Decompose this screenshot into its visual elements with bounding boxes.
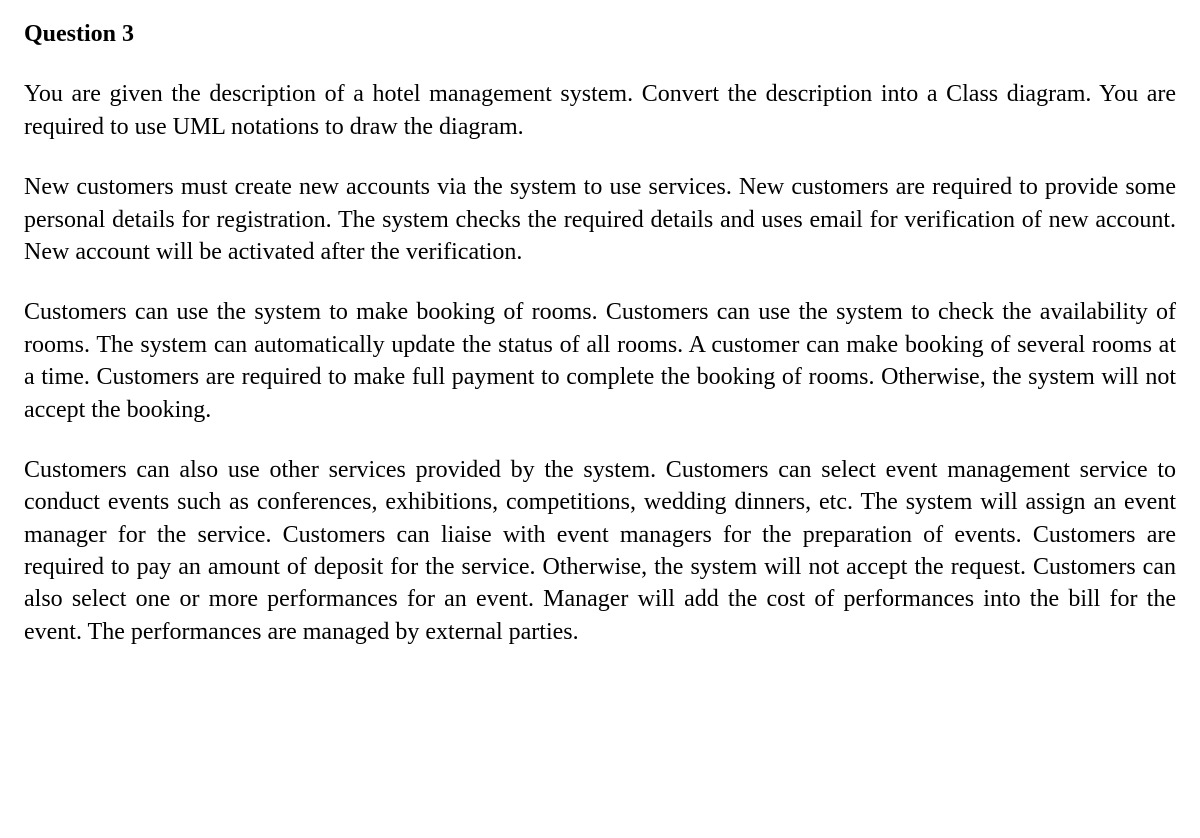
- paragraph-booking: Customers can use the system to make boo…: [24, 296, 1176, 426]
- paragraph-accounts: New customers must create new accounts v…: [24, 171, 1176, 268]
- paragraph-services: Customers can also use other services pr…: [24, 454, 1176, 648]
- question-heading: Question 3: [24, 18, 1176, 50]
- paragraph-intro: You are given the description of a hotel…: [24, 78, 1176, 143]
